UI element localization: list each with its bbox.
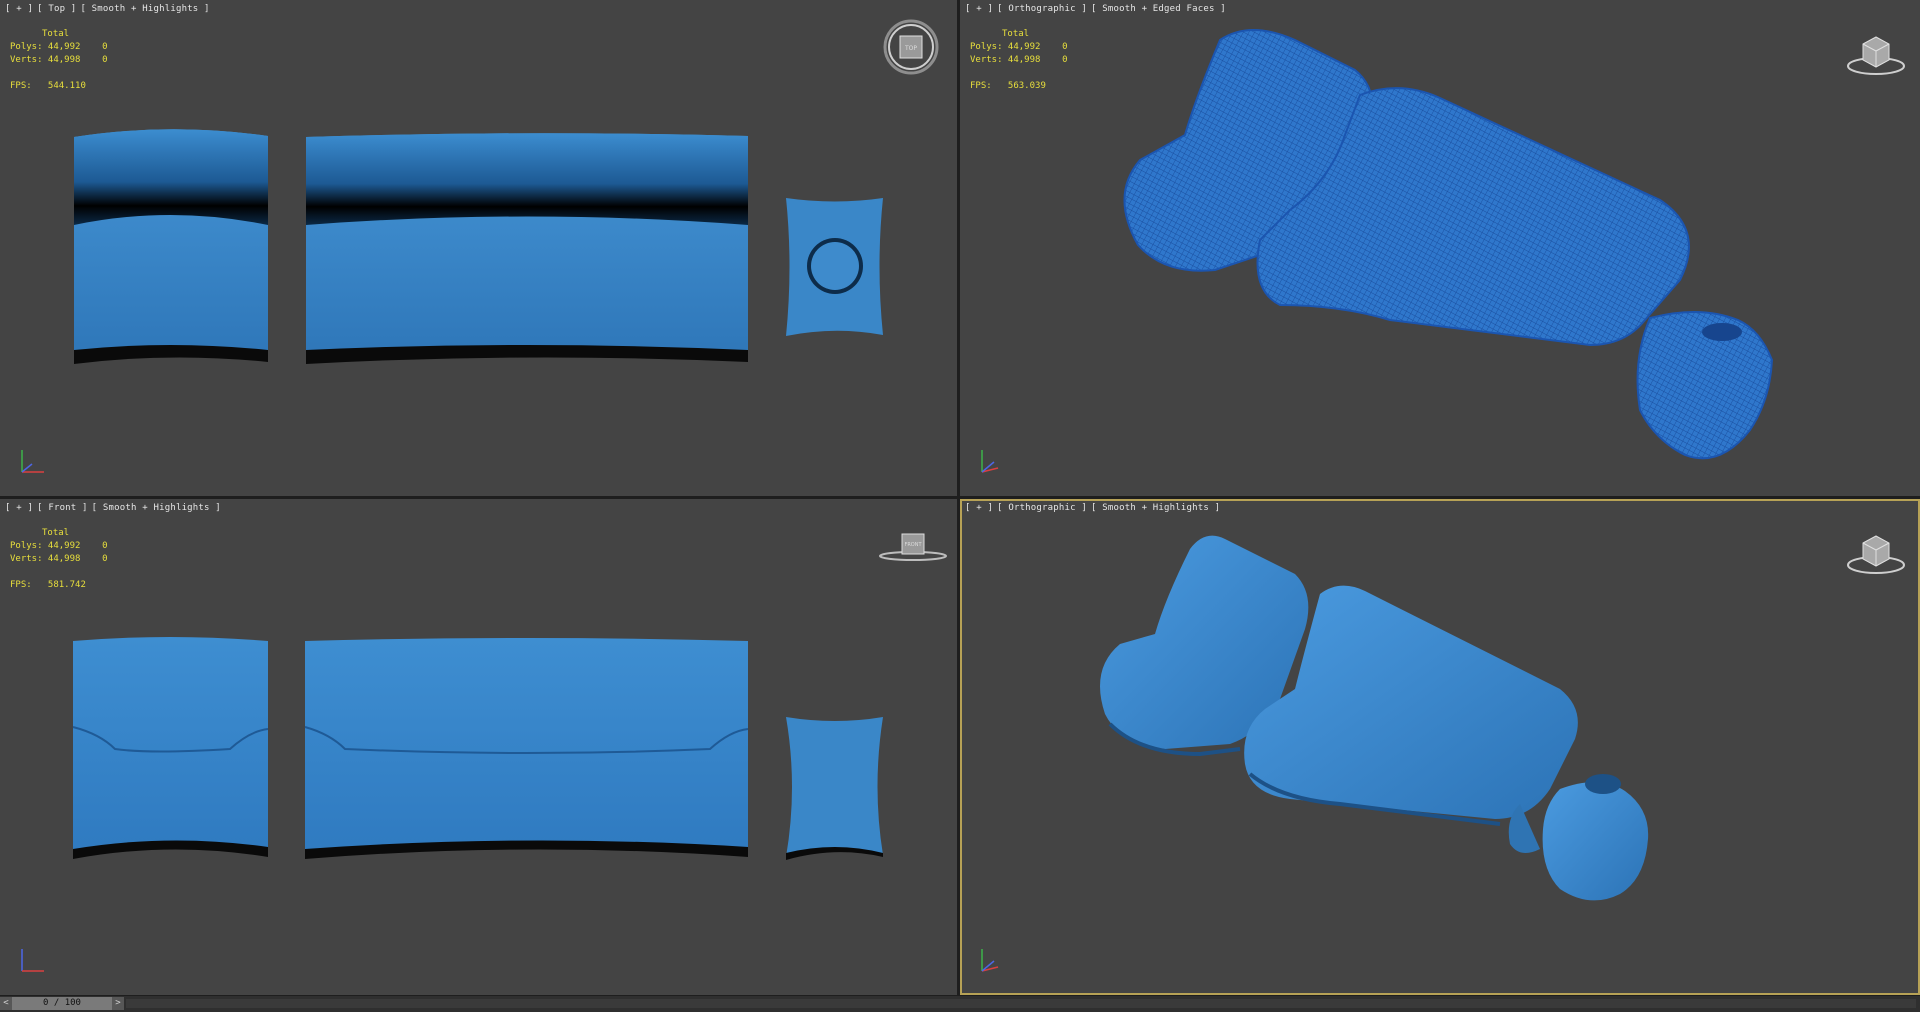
stats-polys: Polys: 44,992 0 xyxy=(10,42,108,52)
orthographic-smooth-scene xyxy=(1100,535,1649,901)
axis-tripod-icon xyxy=(981,450,999,473)
axis-tripod-icon xyxy=(981,949,999,972)
viewcube-icon[interactable]: FRONT xyxy=(878,529,948,563)
viewcube-icon[interactable] xyxy=(1845,527,1907,575)
viewport-top[interactable]: [ + ] [ Top ] [ Smooth + Highlights ] Tota… xyxy=(0,0,957,496)
viewcube-icon[interactable] xyxy=(1845,28,1907,76)
axis-tripod-icon xyxy=(21,450,44,473)
viewport-view-name[interactable]: [ Top ] xyxy=(37,4,76,14)
stats-verts: Verts: 44,998 0 xyxy=(10,55,108,65)
stats-header: Total xyxy=(42,29,70,39)
viewport-view-name[interactable]: [ Orthographic ] xyxy=(997,503,1087,513)
statistics-overlay: Total Polys: 44,992 0 Verts: 44,998 0 FP… xyxy=(10,28,108,93)
viewport-shading-mode[interactable]: [ Smooth + Highlights ] xyxy=(1091,503,1220,513)
stats-polys: Polys: 44,992 0 xyxy=(10,541,108,551)
stats-header: Total xyxy=(1002,29,1030,39)
ottoman-top[interactable] xyxy=(786,198,883,336)
viewport-view-name[interactable]: [ Orthographic ] xyxy=(997,4,1087,14)
timeline-track[interactable] xyxy=(126,999,1916,1008)
viewport-view-name[interactable]: [ Front ] xyxy=(37,503,88,513)
statistics-overlay: Total Polys: 44,992 0 Verts: 44,998 0 FP… xyxy=(970,28,1068,93)
viewport-orthographic-edged[interactable]: [ + ] [ Orthographic ] [ Smooth + Edged Fa… xyxy=(960,0,1920,496)
stats-verts: Verts: 44,998 0 xyxy=(10,554,108,564)
ottoman-smooth[interactable] xyxy=(1542,774,1649,901)
sofa-armchair-left-front[interactable] xyxy=(72,637,269,859)
viewcube-face-label: TOP xyxy=(904,45,917,52)
viewport-label[interactable]: [ + ] [ Front ] [ Smooth + Highlights ] xyxy=(5,503,225,513)
prev-frame-button[interactable]: < xyxy=(0,997,12,1010)
stats-fps: FPS: 581.742 xyxy=(10,580,86,590)
stats-fps: FPS: 544.110 xyxy=(10,81,86,91)
top-view-scene xyxy=(74,129,883,364)
front-view-scene xyxy=(72,637,883,860)
viewport-menu-plus[interactable]: [ + ] xyxy=(965,4,993,14)
stats-fps: FPS: 563.039 xyxy=(970,81,1046,91)
viewport-shading-mode[interactable]: [ Smooth + Highlights ] xyxy=(92,503,221,513)
viewport-menu-plus[interactable]: [ + ] xyxy=(5,503,33,513)
viewport-menu-plus[interactable]: [ + ] xyxy=(5,4,33,14)
next-frame-button[interactable]: > xyxy=(112,997,124,1010)
sofa-armchair-left-top[interactable] xyxy=(74,129,268,364)
viewport-label[interactable]: [ + ] [ Orthographic ] [ Smooth + Highligh… xyxy=(965,503,1224,513)
viewcube-icon[interactable]: TOP xyxy=(882,18,940,76)
sofa-long-front[interactable] xyxy=(304,638,749,859)
viewport-label[interactable]: [ + ] [ Orthographic ] [ Smooth + Edged Fa… xyxy=(965,4,1230,14)
ottoman-front[interactable] xyxy=(786,717,883,860)
viewcube-face-label: FRONT xyxy=(904,542,922,548)
viewport-shading-mode[interactable]: [ Smooth + Highlights ] xyxy=(80,4,209,14)
time-slider[interactable]: 0 / 100 xyxy=(12,997,112,1010)
sofa-long-top[interactable] xyxy=(306,133,748,364)
axis-tripod-icon xyxy=(21,949,44,972)
statistics-overlay: Total Polys: 44,992 0 Verts: 44,998 0 FP… xyxy=(10,527,108,592)
viewport-label[interactable]: [ + ] [ Top ] [ Smooth + Highlights ] xyxy=(5,4,214,14)
viewport-shading-mode[interactable]: [ Smooth + Edged Faces ] xyxy=(1091,4,1226,14)
stats-polys: Polys: 44,992 0 xyxy=(970,42,1068,52)
stats-header: Total xyxy=(42,528,70,538)
time-slider-bar: < 0 / 100 > xyxy=(0,996,1920,1012)
ottoman-wire[interactable] xyxy=(1636,311,1774,460)
orthographic-wire-scene xyxy=(1123,29,1774,460)
viewport-orthographic-active[interactable]: [ + ] [ Orthographic ] [ Smooth + Highligh… xyxy=(960,499,1920,995)
viewport-menu-plus[interactable]: [ + ] xyxy=(965,503,993,513)
stats-verts: Verts: 44,998 0 xyxy=(970,55,1068,65)
viewport-front[interactable]: [ + ] [ Front ] [ Smooth + Highlights ] To… xyxy=(0,499,957,995)
